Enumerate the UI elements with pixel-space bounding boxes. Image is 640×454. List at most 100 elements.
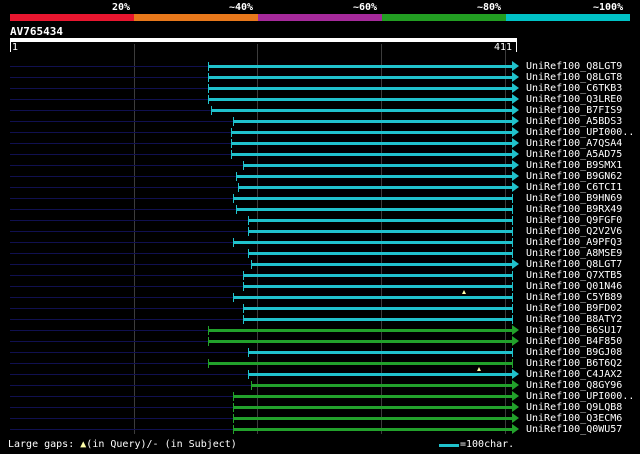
hit-row[interactable]: UniRef100_A5AD75	[0, 149, 640, 160]
hit-bar	[208, 76, 512, 79]
hit-row[interactable]: UniRef100_B8ATY2	[0, 314, 640, 325]
hit-row[interactable]: UniRef100_Q3ECM6	[0, 413, 640, 424]
hit-label[interactable]: UniRef100_A7QSA4	[526, 138, 622, 149]
hit-row[interactable]: UniRef100_B7FIS9	[0, 105, 640, 116]
scale-label-80: ~80%	[477, 2, 502, 13]
hit-bar	[243, 307, 512, 310]
hit-label[interactable]: UniRef100_B9RX49	[526, 204, 622, 215]
hit-bar	[233, 417, 512, 420]
scale-segment-20	[10, 14, 134, 21]
hit-label[interactable]: UniRef100_B9FD02	[526, 303, 622, 314]
hit-label[interactable]: UniRef100_B6SU17	[526, 325, 622, 336]
hit-label[interactable]: UniRef100_B9GJ08	[526, 347, 622, 358]
hit-row[interactable]: UniRef100_C5YB89	[0, 290, 640, 303]
hit-row[interactable]: UniRef100_Q2V2V6	[0, 226, 640, 237]
hit-label[interactable]: UniRef100_A9PFQ3	[526, 237, 622, 248]
hit-bar	[208, 329, 512, 332]
scale-segment-40	[134, 14, 258, 21]
hit-row[interactable]: UniRef100_UPI000..	[0, 127, 640, 138]
hit-row[interactable]: UniRef100_Q8GY96	[0, 380, 640, 391]
hit-label[interactable]: UniRef100_Q8GY96	[526, 380, 622, 391]
ruler-end-tick	[516, 42, 517, 52]
hit-row[interactable]: UniRef100_Q9FGF0	[0, 215, 640, 226]
hit-end-tick	[512, 293, 513, 302]
hit-row[interactable]: UniRef100_A9PFQ3	[0, 237, 640, 248]
hit-row[interactable]: UniRef100_Q3LRE0	[0, 94, 640, 105]
hit-row[interactable]: UniRef100_UPI000..	[0, 391, 640, 402]
hit-row[interactable]: UniRef100_A5BDS3	[0, 116, 640, 127]
hit-row[interactable]: UniRef100_B9GN62	[0, 171, 640, 182]
hit-label[interactable]: UniRef100_C6TCI1	[526, 182, 622, 193]
hit-label[interactable]: UniRef100_Q9FGF0	[526, 215, 622, 226]
query-gap-icon	[477, 367, 481, 371]
hit-row[interactable]: UniRef100_Q8LGT9	[0, 61, 640, 72]
ruler-start-label: 1	[12, 42, 19, 53]
hit-row[interactable]: UniRef100_C4JAX2	[0, 367, 640, 380]
hit-row[interactable]: UniRef100_B6T6Q2	[0, 358, 640, 369]
hit-label[interactable]: UniRef100_B7FIS9	[526, 105, 622, 116]
hit-label[interactable]: UniRef100_B6T6Q2	[526, 358, 622, 369]
hit-row[interactable]: UniRef100_B9RX49	[0, 204, 640, 215]
scale-legend-label: =100char.	[460, 439, 515, 450]
hit-arrow-icon	[512, 391, 519, 401]
hit-arrow-icon	[512, 171, 519, 181]
hit-label[interactable]: UniRef100_Q2V2V6	[526, 226, 622, 237]
hit-bar	[248, 373, 512, 376]
hit-label[interactable]: UniRef100_Q01N46	[526, 281, 622, 292]
hit-label[interactable]: UniRef100_A5AD75	[526, 149, 622, 160]
hit-label[interactable]: UniRef100_B9HN69	[526, 193, 622, 204]
hit-row[interactable]: UniRef100_B9SMX1	[0, 160, 640, 171]
hit-arrow-icon	[512, 182, 519, 192]
hit-bar	[251, 384, 512, 387]
hit-row[interactable]: UniRef100_Q01N46	[0, 281, 640, 292]
hit-arrow-icon	[512, 94, 519, 104]
hit-label[interactable]: UniRef100_Q8LGT8	[526, 72, 622, 83]
hit-label[interactable]: UniRef100_B9GN62	[526, 171, 622, 182]
hit-label[interactable]: UniRef100_C4JAX2	[526, 369, 622, 380]
hit-end-tick	[512, 348, 513, 357]
hit-row[interactable]: UniRef100_B9FD02	[0, 303, 640, 314]
hit-row[interactable]: UniRef100_Q8LGT8	[0, 72, 640, 83]
hit-row[interactable]: UniRef100_Q8LGT7	[0, 259, 640, 270]
scale-label-60: ~60%	[353, 2, 378, 13]
hit-label[interactable]: UniRef100_B9SMX1	[526, 160, 622, 171]
hit-label[interactable]: UniRef100_UPI000..	[526, 127, 634, 138]
hit-label[interactable]: UniRef100_Q0WU57	[526, 424, 622, 435]
hit-arrow-icon	[512, 72, 519, 82]
blast-graphic-overview: 20% ~40% ~60% ~80% ~100% AV765434 1 411 …	[0, 0, 640, 454]
hit-label[interactable]: UniRef100_C6TKB3	[526, 83, 622, 94]
large-gaps-legend: Large gaps: ▲(in Query)/- (in Subject)	[8, 439, 237, 450]
hit-bar	[243, 164, 512, 167]
hit-label[interactable]: UniRef100_Q3LRE0	[526, 94, 622, 105]
hit-label[interactable]: UniRef100_UPI000..	[526, 391, 634, 402]
hit-row[interactable]: UniRef100_Q0WU57	[0, 424, 640, 435]
hit-row[interactable]: UniRef100_A7QSA4	[0, 138, 640, 149]
hit-row[interactable]: UniRef100_B4F850	[0, 336, 640, 347]
hit-label[interactable]: UniRef100_C5YB89	[526, 292, 622, 303]
hit-bar	[233, 120, 512, 123]
hit-arrow-icon	[512, 160, 519, 170]
hit-label[interactable]: UniRef100_Q7XTB5	[526, 270, 622, 281]
hit-row[interactable]: UniRef100_B9HN69	[0, 193, 640, 204]
hit-row[interactable]: UniRef100_B9GJ08	[0, 347, 640, 358]
gaps-label: Large gaps:	[8, 439, 75, 450]
hit-arrow-icon	[512, 105, 519, 115]
hit-row[interactable]: UniRef100_B6SU17	[0, 325, 640, 336]
hit-label[interactable]: UniRef100_A5BDS3	[526, 116, 622, 127]
hit-label[interactable]: UniRef100_B8ATY2	[526, 314, 622, 325]
hit-label[interactable]: UniRef100_Q8LGT9	[526, 61, 622, 72]
hit-bar	[236, 208, 512, 211]
hit-row[interactable]: UniRef100_C6TCI1	[0, 182, 640, 193]
hit-bar	[233, 428, 512, 431]
hit-bar	[211, 109, 512, 112]
hit-row[interactable]: UniRef100_A8MSE9	[0, 248, 640, 259]
hit-label[interactable]: UniRef100_Q9LQB8	[526, 402, 622, 413]
hit-label[interactable]: UniRef100_Q3ECM6	[526, 413, 622, 424]
hit-label[interactable]: UniRef100_Q8LGT7	[526, 259, 622, 270]
hit-row[interactable]: UniRef100_Q9LQB8	[0, 402, 640, 413]
hit-label[interactable]: UniRef100_B4F850	[526, 336, 622, 347]
query-gap-icon	[462, 290, 466, 294]
hit-row[interactable]: UniRef100_C6TKB3	[0, 83, 640, 94]
hit-row[interactable]: UniRef100_Q7XTB5	[0, 270, 640, 281]
hit-label[interactable]: UniRef100_A8MSE9	[526, 248, 622, 259]
